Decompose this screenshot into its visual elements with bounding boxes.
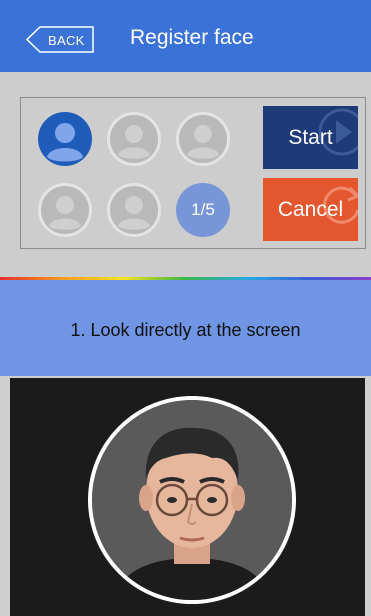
camera-preview bbox=[10, 378, 365, 616]
face-slot-5 bbox=[107, 183, 161, 237]
instruction-text: 1. Look directly at the screen bbox=[70, 319, 301, 340]
back-button-label: BACK bbox=[48, 33, 85, 48]
page-title: Register face bbox=[130, 26, 254, 49]
header-bar: BACK Register face bbox=[0, 0, 371, 72]
start-button[interactable]: Start bbox=[263, 106, 358, 169]
face-slot-3 bbox=[176, 112, 230, 166]
face-guide-circle bbox=[88, 396, 296, 604]
person-icon bbox=[47, 123, 83, 162]
person-icon bbox=[118, 125, 150, 159]
person-icon bbox=[49, 196, 81, 230]
face-preview-image bbox=[92, 400, 292, 600]
face-slot-2 bbox=[107, 112, 161, 166]
capture-panel bbox=[0, 72, 371, 280]
start-button-label: Start bbox=[288, 125, 333, 149]
cancel-button[interactable]: Cancel bbox=[263, 178, 358, 241]
face-slot-4 bbox=[38, 183, 92, 237]
instruction-banner: 1. Look directly at the screen bbox=[0, 280, 371, 376]
cancel-button-label: Cancel bbox=[277, 197, 344, 221]
capture-counter: 1/5 bbox=[176, 183, 230, 237]
person-icon bbox=[118, 196, 150, 230]
face-slot-1 bbox=[38, 112, 92, 166]
back-button[interactable]: BACK bbox=[26, 26, 95, 53]
person-icon bbox=[187, 125, 219, 159]
